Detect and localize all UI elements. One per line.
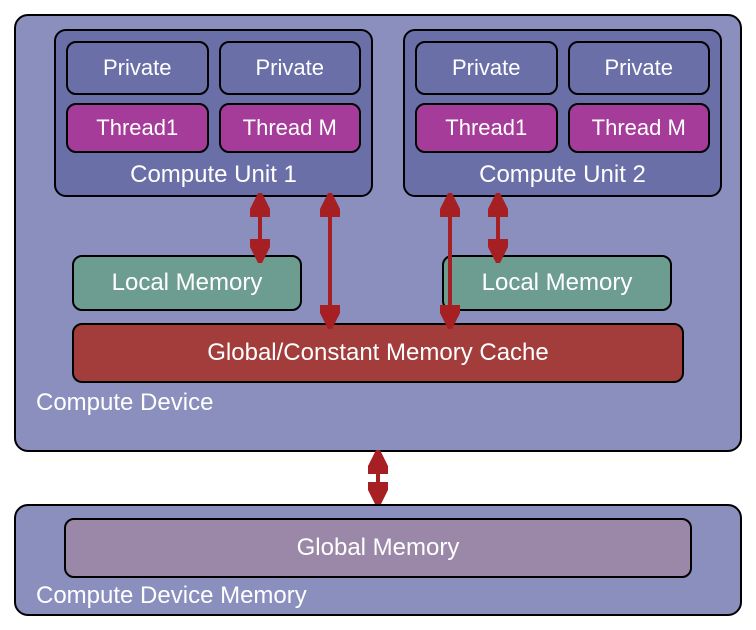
thread-box: Thread1 bbox=[415, 103, 558, 153]
thread-row: Thread1 Thread M bbox=[415, 103, 710, 153]
compute-units-row: Private Private Thread1 Thread M Compute… bbox=[54, 29, 722, 197]
compute-device-memory-box: Global Memory Compute Device Memory bbox=[14, 504, 742, 616]
compute-device-memory-label: Compute Device Memory bbox=[36, 582, 722, 610]
memory-cache-box: Global/Constant Memory Cache bbox=[72, 323, 684, 383]
private-box: Private bbox=[568, 41, 711, 95]
thread-box: Thread M bbox=[568, 103, 711, 153]
private-row: Private Private bbox=[66, 41, 361, 95]
arrow-icon bbox=[440, 193, 460, 329]
local-memory-box: Local Memory bbox=[442, 255, 672, 311]
arrows-area bbox=[34, 197, 722, 255]
arrow-icon bbox=[250, 193, 270, 263]
connector-area bbox=[14, 452, 742, 504]
compute-device-label: Compute Device bbox=[36, 389, 722, 417]
thread-box: Thread M bbox=[219, 103, 362, 153]
compute-unit-label: Compute Unit 1 bbox=[66, 161, 361, 189]
compute-unit-1: Private Private Thread1 Thread M Compute… bbox=[54, 29, 373, 197]
compute-unit-2: Private Private Thread1 Thread M Compute… bbox=[403, 29, 722, 197]
private-box: Private bbox=[219, 41, 362, 95]
compute-device-box: Private Private Thread1 Thread M Compute… bbox=[14, 14, 742, 452]
thread-row: Thread1 Thread M bbox=[66, 103, 361, 153]
private-row: Private Private bbox=[415, 41, 710, 95]
arrow-icon bbox=[488, 193, 508, 263]
compute-unit-label: Compute Unit 2 bbox=[415, 161, 710, 189]
global-memory-box: Global Memory bbox=[64, 518, 692, 578]
local-memory-row: Local Memory Local Memory bbox=[72, 255, 722, 311]
arrow-icon bbox=[320, 193, 340, 329]
thread-box: Thread1 bbox=[66, 103, 209, 153]
local-memory-box: Local Memory bbox=[72, 255, 302, 311]
private-box: Private bbox=[66, 41, 209, 95]
private-box: Private bbox=[415, 41, 558, 95]
arrow-icon bbox=[368, 450, 388, 506]
